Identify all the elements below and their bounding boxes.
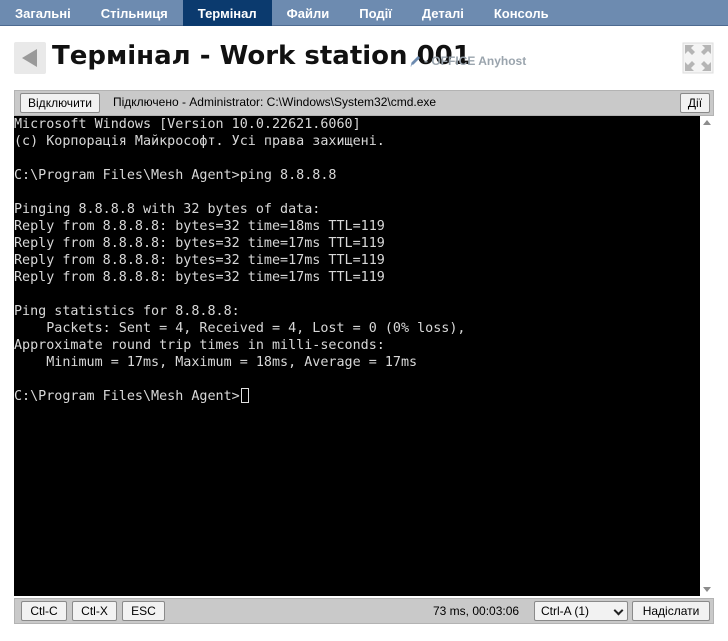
chevron-down-icon — [613, 605, 624, 616]
terminal-cursor — [240, 388, 249, 403]
tab-terminal[interactable]: Термінал — [182, 0, 272, 26]
ctrl-x-button[interactable]: Ctl-X — [72, 601, 117, 621]
tab-general[interactable]: Загальні — [0, 0, 86, 26]
terminal-text: Microsoft Windows [Version 10.0.22621.60… — [14, 117, 466, 404]
key-combo-select[interactable]: Ctrl-A (1) — [534, 601, 628, 621]
key-combo-value: Ctrl-A (1) — [541, 604, 589, 618]
terminal-scrollbar[interactable] — [700, 116, 714, 596]
send-button[interactable]: Надіслати — [632, 601, 710, 621]
actions-button[interactable]: Дії — [680, 93, 710, 113]
back-arrow-icon — [22, 49, 37, 67]
tab-desktop[interactable]: Стільниця — [86, 0, 183, 26]
pencil-icon[interactable] — [409, 54, 423, 68]
scroll-down-icon[interactable] — [703, 587, 711, 592]
back-button[interactable] — [14, 42, 46, 74]
tab-events[interactable]: Події — [344, 0, 407, 26]
tab-details[interactable]: Деталі — [407, 0, 479, 26]
latency-readout: 73 ms, 00:03:06 — [433, 604, 520, 618]
device-group-subtitle: - OFFICE Anyhost — [424, 54, 527, 68]
page-header: Термінал - Work station 001 - OFFICE Any… — [14, 41, 714, 76]
esc-button[interactable]: ESC — [122, 601, 165, 621]
terminal-output[interactable]: Microsoft Windows [Version 10.0.22621.60… — [14, 116, 700, 596]
connection-status: Підключено - Administrator: C:\Windows\S… — [113, 95, 437, 109]
fullscreen-icon[interactable] — [682, 42, 714, 74]
terminal-toolbar: Відключити Підключено - Administrator: C… — [14, 90, 714, 116]
terminal-bottom-toolbar: Ctl-C Ctl-X ESC 73 ms, 00:03:06 Ctrl-A (… — [14, 598, 714, 624]
tab-files[interactable]: Файли — [272, 0, 345, 26]
scroll-up-icon[interactable] — [703, 120, 711, 125]
tab-console[interactable]: Консоль — [479, 0, 564, 26]
tab-bar: Загальні Стільниця Термінал Файли Події … — [0, 0, 728, 26]
ctrl-c-button[interactable]: Ctl-C — [21, 601, 67, 621]
disconnect-button[interactable]: Відключити — [20, 93, 100, 113]
